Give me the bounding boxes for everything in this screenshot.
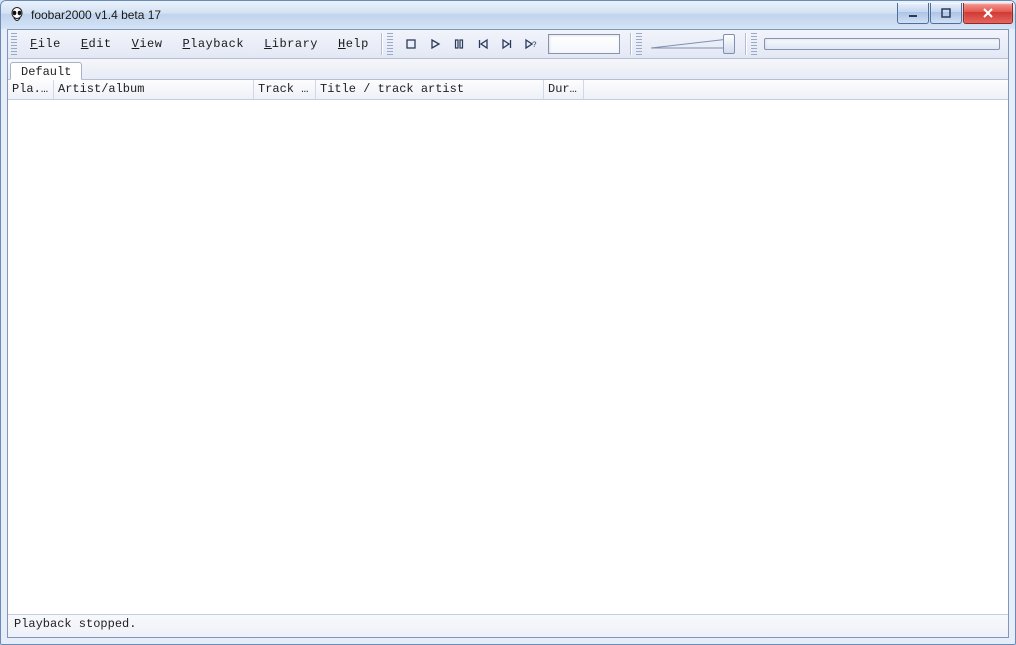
minimize-button[interactable] <box>897 3 929 24</box>
menu-library-label: ibrary <box>272 37 318 51</box>
menu-playback-label: layback <box>190 37 244 51</box>
menubar: File Edit View Playback Library Help <box>20 30 379 58</box>
svg-text:?: ? <box>532 41 537 50</box>
column-header-artist[interactable]: Artist/album <box>54 80 254 99</box>
app-icon <box>9 7 25 23</box>
toolbar-row: File Edit View Playback Library Help <box>8 30 1008 59</box>
window-controls <box>897 3 1013 24</box>
app-window: foobar2000 v1.4 beta 17 File <box>0 0 1016 645</box>
toolbar-grip[interactable] <box>636 33 642 55</box>
play-button[interactable] <box>424 33 446 55</box>
playlist-body[interactable] <box>8 100 1008 614</box>
play-icon <box>429 38 441 50</box>
menu-help-label: elp <box>346 37 369 51</box>
minimize-icon <box>907 7 919 19</box>
menu-help[interactable]: Help <box>328 33 379 55</box>
toolbar-separator <box>745 33 746 55</box>
previous-icon <box>477 38 489 50</box>
pause-button[interactable] <box>448 33 470 55</box>
menu-edit[interactable]: Edit <box>71 33 122 55</box>
next-button[interactable] <box>496 33 518 55</box>
menu-library[interactable]: Library <box>254 33 328 55</box>
column-header-playing[interactable]: Pla... <box>8 80 54 99</box>
menu-file[interactable]: File <box>20 33 71 55</box>
window-title: foobar2000 v1.4 beta 17 <box>31 8 161 22</box>
toolbar-grip[interactable] <box>751 33 757 55</box>
menu-file-label: ile <box>38 37 61 51</box>
toolbar-separator <box>381 33 382 55</box>
random-icon: ? <box>524 38 538 50</box>
client-area: File Edit View Playback Library Help <box>7 29 1009 638</box>
playlist-tab-strip[interactable]: Default <box>8 59 1008 80</box>
close-icon <box>981 7 995 19</box>
volume-ramp-icon <box>651 39 729 49</box>
next-icon <box>501 38 513 50</box>
pause-icon <box>453 38 465 50</box>
maximize-button[interactable] <box>930 3 962 24</box>
menu-edit-label: dit <box>89 37 112 51</box>
maximize-icon <box>940 7 952 19</box>
menu-playback[interactable]: Playback <box>172 33 254 55</box>
toolbar-separator <box>630 33 631 55</box>
close-button[interactable] <box>963 3 1013 24</box>
previous-button[interactable] <box>472 33 494 55</box>
playlist-tab-default[interactable]: Default <box>10 62 82 80</box>
playback-order-display[interactable] <box>548 34 620 54</box>
titlebar[interactable]: foobar2000 v1.4 beta 17 <box>1 1 1015 29</box>
toolbar-grip[interactable] <box>387 33 393 55</box>
statusbar-text: Playback stopped. <box>14 617 136 631</box>
random-button[interactable]: ? <box>520 33 542 55</box>
column-header-filler[interactable] <box>584 80 1008 99</box>
stop-icon <box>405 38 417 50</box>
toolbar-grip[interactable] <box>11 33 17 55</box>
menu-view-label: iew <box>139 37 162 51</box>
column-header-trackno[interactable]: Track no <box>254 80 316 99</box>
seek-track[interactable] <box>764 38 1000 50</box>
menu-view[interactable]: View <box>122 33 173 55</box>
statusbar: Playback stopped. <box>8 614 1008 637</box>
seek-bar[interactable] <box>760 30 1008 58</box>
column-header-title[interactable]: Title / track artist <box>316 80 544 99</box>
volume-thumb[interactable] <box>723 34 735 54</box>
stop-button[interactable] <box>400 33 422 55</box>
column-header-duration[interactable]: Dur... <box>544 80 584 99</box>
column-headers: Pla... Artist/album Track no Title / tra… <box>8 80 1008 100</box>
volume-slider[interactable] <box>645 30 743 58</box>
playback-controls: ? <box>396 30 628 58</box>
